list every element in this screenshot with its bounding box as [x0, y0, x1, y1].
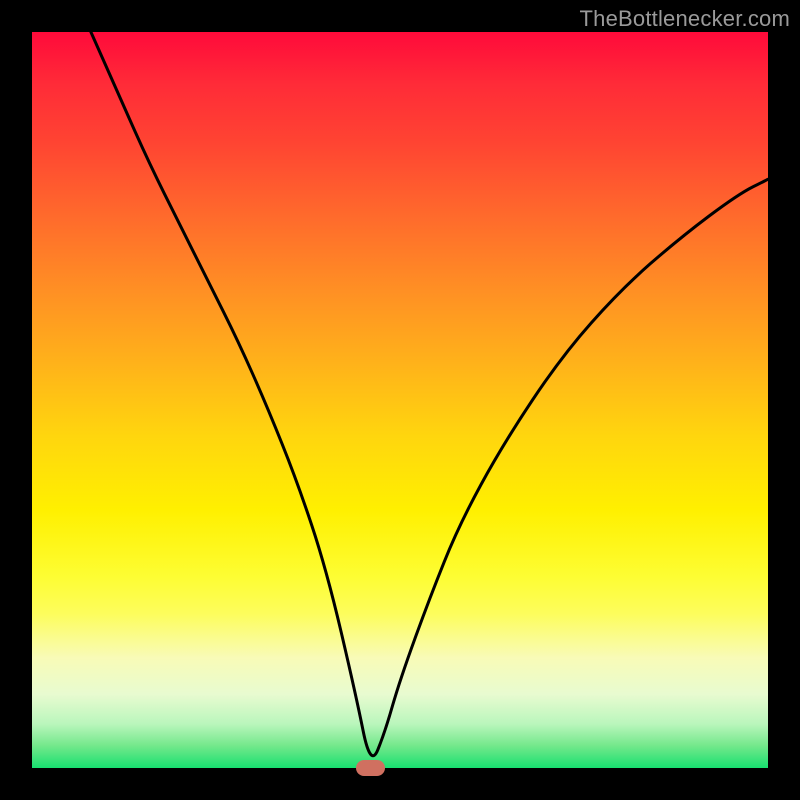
watermark-text: TheBottlenecker.com: [580, 6, 790, 32]
minimum-marker: [356, 760, 385, 776]
curve-path: [91, 32, 768, 756]
chart-frame: TheBottlenecker.com: [0, 0, 800, 800]
plot-area: [32, 32, 768, 768]
bottleneck-curve: [32, 32, 768, 768]
